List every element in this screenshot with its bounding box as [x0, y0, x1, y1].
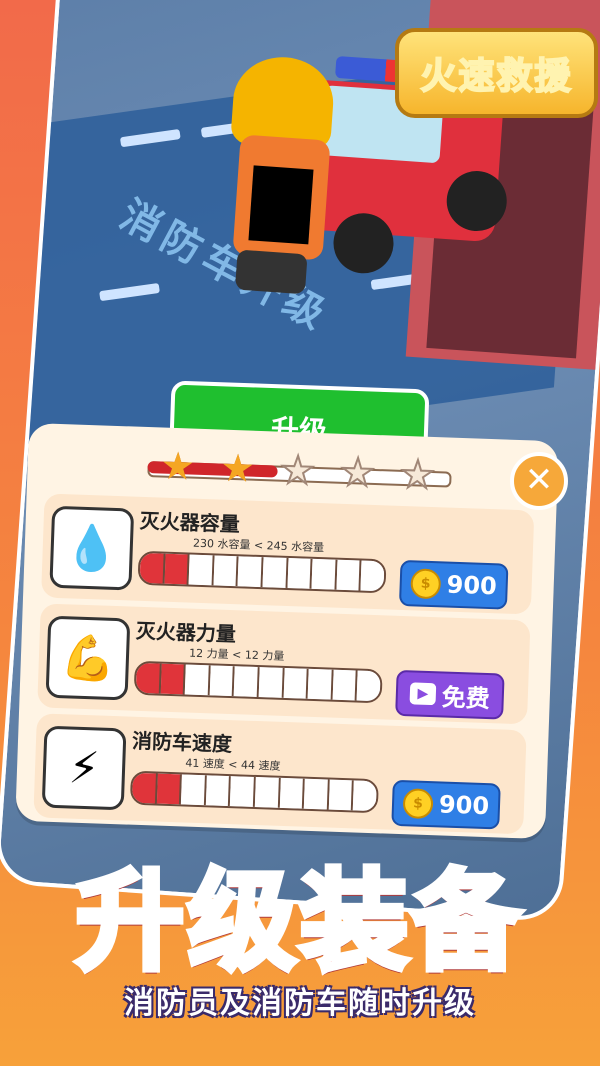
level-segment: [356, 670, 381, 702]
level-segment: [360, 560, 385, 592]
level-segment: [188, 554, 215, 586]
level-segment: [332, 669, 359, 701]
level-segment: [131, 772, 158, 804]
level-segment: [311, 558, 338, 590]
level-segment: [135, 662, 162, 694]
level-segment: [283, 667, 309, 699]
level-segment: [237, 556, 264, 588]
level-bar: [133, 660, 383, 704]
game-title: 火速救援: [419, 55, 573, 98]
level-segment: [353, 780, 377, 812]
level-segment: [160, 663, 186, 695]
video-ad-icon: ▶: [409, 682, 437, 706]
coin-icon: $: [402, 788, 434, 820]
level-bar: [137, 550, 387, 594]
level-segment: [254, 777, 281, 808]
button-label: 900: [438, 790, 490, 821]
promo-subline: 消防员及消防车随时升级: [124, 986, 476, 1021]
star-rating: ★ ★ ★ ★ ★: [147, 443, 468, 498]
firefighter-legs: [234, 249, 308, 295]
level-segment: [287, 557, 313, 589]
level-segment: [181, 774, 207, 806]
upgrade-row: 💧 灭火器容量 230 水容量 < 245 水容量 $900: [41, 493, 535, 615]
star-filled-icon: ★: [159, 443, 196, 489]
upgrade-stats: 12 力量 < 12 力量: [188, 646, 285, 663]
level-segment: [164, 553, 190, 585]
level-segment: [184, 664, 211, 696]
lightning-icon: ⚡: [41, 725, 127, 811]
star-empty-icon: ★: [339, 449, 377, 496]
free-upgrade-button[interactable]: ▶ 免费: [395, 669, 505, 720]
star-filled-icon: ★: [219, 445, 256, 491]
star-empty-icon: ★: [399, 451, 437, 498]
close-icon: ✕: [524, 460, 554, 500]
promo-headline: 升级装备: [73, 857, 524, 988]
button-label: 900: [446, 570, 498, 601]
level-segment: [156, 773, 183, 805]
muscle-arm-icon: 💪: [45, 615, 131, 701]
upgrade-panel: ★ ★ ★ ★ ★ 💧 灭火器容量 230 水容量 < 245 水容量 $900 💪 灭火器力量 1…: [15, 422, 559, 840]
upgrade-row: ⚡ 消防车速度 41 速度 < 44 速度 $900: [33, 713, 527, 835]
game-logo: 火速救援: [395, 28, 598, 118]
level-segment: [230, 776, 256, 807]
level-segment: [303, 778, 330, 810]
firefighter-backpack: [248, 165, 314, 245]
level-segment: [279, 777, 306, 809]
promo-page: 消防车升级 火速救援 升级 ★ ★ ★ ★ ★ 💧 灭火器容量 230 水容量 < 245 …: [0, 0, 600, 1066]
upgrade-name: 消防车速度: [131, 728, 233, 757]
level-segment: [328, 779, 355, 811]
buy-upgrade-button[interactable]: $900: [391, 779, 501, 830]
level-segment: [209, 665, 236, 697]
upgrade-name: 灭火器容量: [139, 508, 241, 537]
level-segment: [139, 552, 166, 584]
level-segment: [234, 666, 260, 698]
water-drop-icon: 💧: [49, 505, 135, 591]
upgrade-row: 💪 灭火器力量 12 力量 < 12 力量 ▶ 免费: [37, 603, 531, 725]
close-button[interactable]: ✕: [510, 452, 568, 510]
level-segment: [262, 557, 289, 588]
buy-upgrade-button[interactable]: $900: [398, 559, 509, 610]
level-segment: [307, 668, 334, 700]
level-segment: [205, 775, 232, 807]
button-label: 免费: [441, 682, 491, 713]
star-empty-icon: ★: [279, 447, 317, 494]
level-bar: [129, 770, 379, 814]
upgrade-name: 灭火器力量: [135, 618, 237, 647]
upgrade-stats: 230 水容量 < 245 水容量: [192, 536, 325, 555]
level-segment: [258, 667, 285, 698]
level-segment: [213, 555, 239, 587]
upgrade-stats: 41 速度 < 44 速度: [185, 756, 281, 773]
coin-icon: $: [410, 568, 442, 600]
level-segment: [336, 559, 362, 591]
